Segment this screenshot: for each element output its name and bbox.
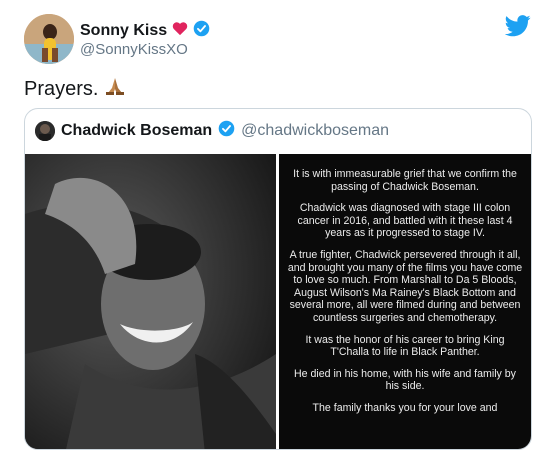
author-name-row: Sonny Kiss xyxy=(80,20,210,42)
author-handle[interactable]: @SonnyKissXO xyxy=(80,41,188,58)
quoted-tweet-header: Chadwick Boseman @chadwickboseman xyxy=(35,120,389,142)
statement-text: It is with immeasurable grief that we co… xyxy=(279,154,531,449)
verified-badge-icon xyxy=(193,20,210,42)
quoted-author-name[interactable]: Chadwick Boseman xyxy=(61,122,212,140)
tweet-text: Prayers. xyxy=(24,77,99,100)
statement-paragraph: Chadwick was diagnosed with stage III co… xyxy=(297,202,513,240)
portrait-photo[interactable] xyxy=(25,154,276,449)
quoted-tweet-card[interactable]: Chadwick Boseman @chadwickboseman It is … xyxy=(24,108,532,450)
author-avatar[interactable] xyxy=(24,14,74,64)
verified-badge-icon xyxy=(218,120,235,142)
statement-paragraph: He died in his home, with his wife and f… xyxy=(294,367,516,393)
quoted-author-avatar[interactable] xyxy=(35,121,55,141)
statement-paragraph: It was the honor of his career to bring … xyxy=(305,333,505,359)
statement-paragraph: The family thanks you for your love and xyxy=(312,401,498,414)
statement-paragraph: It is with immeasurable grief that we co… xyxy=(293,168,517,193)
quoted-media[interactable]: It is with immeasurable grief that we co… xyxy=(25,154,531,449)
tweet-text-row: Prayers. xyxy=(24,76,126,102)
statement-paragraph: A true fighter, Chadwick persevered thro… xyxy=(287,248,523,324)
author-name[interactable]: Sonny Kiss xyxy=(80,22,167,40)
heart-icon xyxy=(172,21,188,41)
praying-hands-icon xyxy=(104,76,126,102)
quoted-author-handle[interactable]: @chadwickboseman xyxy=(241,122,389,140)
twitter-bird-icon[interactable] xyxy=(504,15,531,42)
